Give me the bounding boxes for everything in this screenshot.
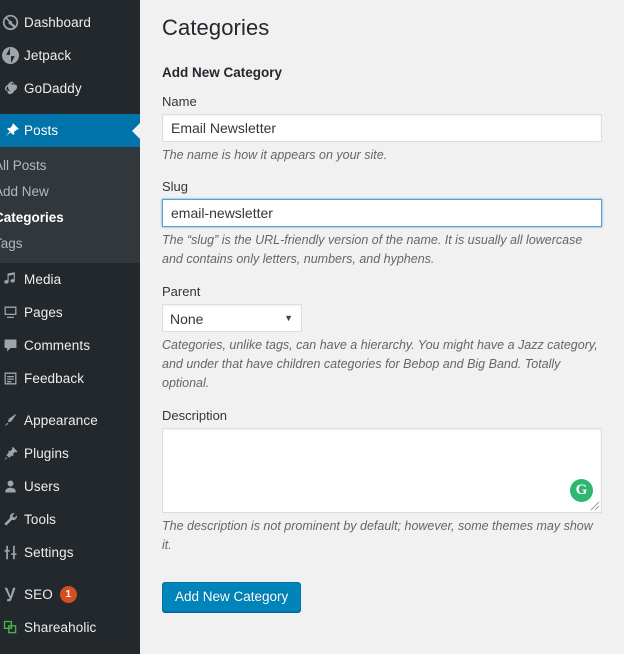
- sidebar-item-label: Media: [24, 272, 61, 287]
- pushpin-icon: [0, 122, 24, 139]
- paintbrush-icon: [0, 412, 24, 429]
- sidebar-item-feedback[interactable]: Feedback: [0, 362, 140, 395]
- sidebar-item-settings[interactable]: Settings: [0, 536, 140, 569]
- field-group-description: Description G The description is not pro…: [162, 408, 604, 556]
- sidebar-item-media[interactable]: Media: [0, 263, 140, 296]
- wrench-icon: [0, 511, 24, 528]
- main-content: Categories Add New Category Name The nam…: [140, 0, 624, 654]
- sidebar-item-label: Posts: [24, 123, 58, 138]
- admin-sidebar: Dashboard Jetpack GoDaddy: [0, 0, 140, 654]
- submenu-item-add-new[interactable]: Add New: [0, 178, 140, 204]
- section-title: Add New Category: [162, 65, 604, 80]
- sidebar-item-label: Users: [24, 479, 60, 494]
- sidebar-group-content: Media Pages Comments: [0, 263, 140, 395]
- yoast-seo-icon: [0, 586, 24, 603]
- media-music-icon: [0, 271, 24, 288]
- add-new-category-button[interactable]: Add New Category: [162, 582, 301, 612]
- user-icon: [0, 478, 24, 495]
- name-field-label: Name: [162, 94, 604, 109]
- sidebar-item-label: Appearance: [24, 413, 98, 428]
- field-group-slug: Slug The “slug” is the URL-friendly vers…: [162, 179, 604, 270]
- parent-field-label: Parent: [162, 284, 604, 299]
- plug-icon: [0, 445, 24, 462]
- submenu-item-label: Categories: [0, 210, 64, 225]
- sidebar-item-label: Jetpack: [24, 48, 71, 63]
- sidebar-group-1: Dashboard Jetpack GoDaddy: [0, 6, 140, 105]
- godaddy-icon: [0, 80, 24, 97]
- shareaholic-icon: [0, 619, 24, 636]
- sidebar-item-users[interactable]: Users: [0, 470, 140, 503]
- sidebar-item-plugins[interactable]: Plugins: [0, 437, 140, 470]
- wordpress-admin-screen: Dashboard Jetpack GoDaddy: [0, 0, 624, 654]
- sidebar-separator: [0, 105, 140, 114]
- page-document-icon: [0, 304, 24, 321]
- posts-submenu: All Posts Add New Categories Tags: [0, 147, 140, 263]
- sidebar-item-label: Tools: [24, 512, 56, 527]
- sidebar-item-label: Comments: [24, 338, 90, 353]
- sidebar-item-label: SEO: [24, 587, 53, 602]
- sidebar-item-appearance[interactable]: Appearance: [0, 404, 140, 437]
- slug-input[interactable]: [162, 199, 602, 227]
- comment-bubble-icon: [0, 337, 24, 354]
- description-field-label: Description: [162, 408, 604, 423]
- jetpack-icon: [0, 47, 24, 64]
- feedback-form-icon: [0, 370, 24, 387]
- submenu-item-label: Add New: [0, 184, 49, 199]
- submenu-item-tags[interactable]: Tags: [0, 230, 140, 256]
- parent-help-text: Categories, unlike tags, can have a hier…: [162, 336, 604, 394]
- sidebar-item-jetpack[interactable]: Jetpack: [0, 39, 140, 72]
- sidebar-item-shareaholic[interactable]: Shareaholic: [0, 611, 140, 644]
- submenu-item-categories[interactable]: Categories: [0, 204, 140, 230]
- sidebar-item-label: Settings: [24, 545, 74, 560]
- sidebar-item-comments[interactable]: Comments: [0, 329, 140, 362]
- sidebar-separator: [0, 569, 140, 578]
- sidebar-item-label: GoDaddy: [24, 81, 82, 96]
- sidebar-separator: [0, 395, 140, 404]
- grammarly-icon[interactable]: G: [570, 479, 593, 502]
- sidebar-item-dashboard[interactable]: Dashboard: [0, 6, 140, 39]
- submenu-item-label: Tags: [0, 236, 23, 251]
- description-textarea[interactable]: [162, 428, 602, 513]
- sidebar-item-label: Plugins: [24, 446, 69, 461]
- name-help-text: The name is how it appears on your site.: [162, 146, 604, 165]
- sidebar-group-plugins: SEO 1 Shareaholic: [0, 578, 140, 644]
- slug-help-text: The “slug” is the URL-friendly version o…: [162, 231, 604, 270]
- description-textarea-wrap: G: [162, 428, 602, 513]
- sidebar-item-label: Pages: [24, 305, 63, 320]
- field-group-name: Name The name is how it appears on your …: [162, 94, 604, 165]
- parent-select-wrap: None ▼: [162, 304, 302, 332]
- field-group-parent: Parent None ▼ Categories, unlike tags, c…: [162, 284, 604, 394]
- slug-field-label: Slug: [162, 179, 604, 194]
- sidebar-item-label: Feedback: [24, 371, 84, 386]
- dashboard-gauge-icon: [0, 14, 24, 31]
- sidebar-item-godaddy[interactable]: GoDaddy: [0, 72, 140, 105]
- parent-select[interactable]: None: [162, 304, 302, 332]
- sidebar-group-admin: Appearance Plugins Users: [0, 404, 140, 569]
- name-input[interactable]: [162, 114, 602, 142]
- status-badge: 1: [60, 586, 77, 603]
- sliders-icon: [0, 544, 24, 561]
- sidebar-item-label: Shareaholic: [24, 620, 96, 635]
- sidebar-item-seo[interactable]: SEO 1: [0, 578, 140, 611]
- submenu-item-all-posts[interactable]: All Posts: [0, 152, 140, 178]
- sidebar-item-pages[interactable]: Pages: [0, 296, 140, 329]
- description-help-text: The description is not prominent by defa…: [162, 517, 604, 556]
- sidebar-group-posts: Posts All Posts Add New Categories Tags: [0, 114, 140, 263]
- submenu-item-label: All Posts: [0, 158, 47, 173]
- sidebar-item-label: Dashboard: [24, 15, 91, 30]
- sidebar-item-posts[interactable]: Posts: [0, 114, 140, 147]
- sidebar-item-tools[interactable]: Tools: [0, 503, 140, 536]
- active-menu-arrow-icon: [132, 123, 140, 139]
- page-title: Categories: [162, 14, 604, 43]
